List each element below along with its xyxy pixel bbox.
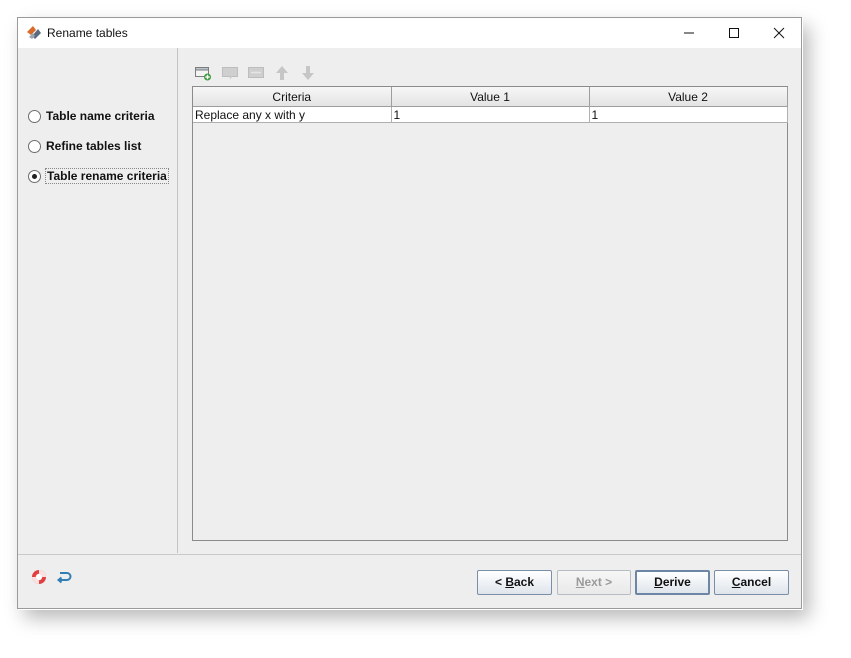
next-button[interactable]: Next > [557, 570, 631, 595]
derive-label-mnemonic: D [654, 575, 663, 589]
delete-row-icon[interactable] [247, 64, 265, 82]
rename-criteria-table[interactable]: Criteria Value 1 Value 2 Replace any x w… [192, 86, 788, 541]
footer-divider [18, 554, 801, 555]
step-label: Refine tables list [46, 139, 142, 153]
back-button[interactable]: < Back [477, 570, 552, 595]
minimize-icon [684, 32, 694, 34]
close-icon [773, 27, 785, 39]
rename-tables-dialog: Rename tables Table name criteria Refine… [17, 17, 802, 609]
back-label-suffix: ack [513, 575, 535, 589]
move-up-icon[interactable] [273, 64, 291, 82]
reset-icon[interactable] [56, 569, 72, 585]
derive-button[interactable]: Derive [635, 570, 710, 595]
derive-label-suffix: erive [662, 575, 691, 589]
title-bar[interactable]: Rename tables [18, 18, 801, 48]
step-label: Table rename criteria [45, 168, 169, 184]
add-row-icon[interactable] [194, 64, 212, 82]
radio-button-selected[interactable] [28, 170, 41, 183]
step-label: Table name criteria [46, 109, 155, 123]
back-label-prefix: < [494, 575, 506, 589]
cancel-label-suffix: ancel [740, 575, 772, 589]
next-label-suffix: ext > [584, 575, 613, 589]
window-title: Rename tables [47, 26, 128, 40]
cancel-button[interactable]: Cancel [714, 570, 789, 595]
maximize-icon [729, 28, 739, 38]
cell-value-1[interactable]: 1 [390, 106, 590, 123]
wizard-steps-panel: Table name criteria Refine tables list T… [18, 48, 178, 553]
help-lifebuoy-icon[interactable] [31, 569, 47, 585]
column-header-criteria[interactable]: Criteria [193, 87, 392, 107]
app-logo-icon [26, 24, 42, 40]
cell-value-2[interactable]: 1 [588, 106, 788, 123]
table-row[interactable]: Replace any x with y 1 1 [193, 106, 788, 123]
back-label-mnemonic: B [505, 575, 514, 589]
table-header-row: Criteria Value 1 Value 2 [193, 87, 788, 107]
column-header-value-1[interactable]: Value 1 [390, 87, 590, 107]
radio-button[interactable] [28, 140, 41, 153]
move-down-icon[interactable] [299, 64, 317, 82]
close-button[interactable] [756, 18, 802, 48]
minimize-button[interactable] [666, 18, 712, 48]
radio-button[interactable] [28, 110, 41, 123]
maximize-button[interactable] [711, 18, 757, 48]
edit-row-icon[interactable] [221, 64, 239, 82]
column-header-value-2[interactable]: Value 2 [588, 87, 788, 107]
cell-criteria[interactable]: Replace any x with y [193, 106, 392, 123]
